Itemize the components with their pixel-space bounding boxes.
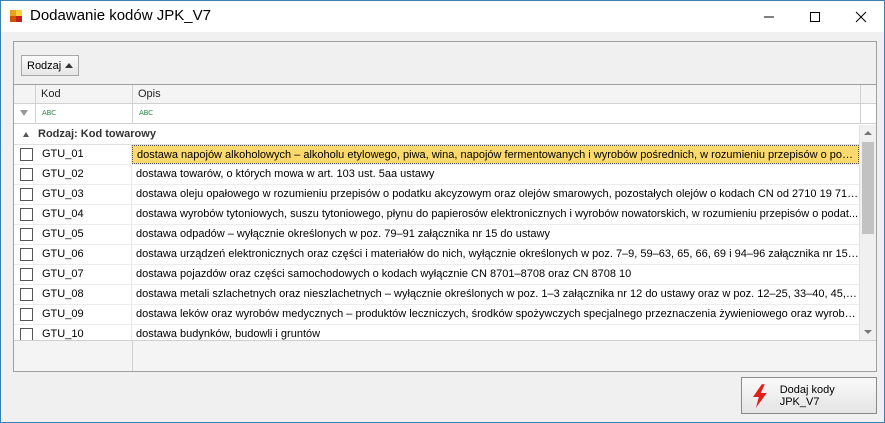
- collapse-icon[interactable]: [23, 132, 29, 137]
- minimize-icon: [764, 16, 774, 17]
- group-by-panel: Rodzaj: [13, 41, 877, 85]
- row-checkbox[interactable]: [20, 208, 33, 221]
- row-check-cell[interactable]: [14, 205, 36, 224]
- table-row[interactable]: GTU_06 dostawa urządzeń elektronicznych o…: [14, 245, 859, 265]
- cell-kod[interactable]: GTU_03: [36, 185, 132, 204]
- scroll-up-button[interactable]: [860, 125, 876, 141]
- scroll-thumb[interactable]: [862, 142, 874, 234]
- cell-kod[interactable]: GTU_04: [36, 205, 132, 224]
- table-row[interactable]: GTU_02 dostawa towarów, o których mowa w …: [14, 165, 859, 185]
- filter-kod[interactable]: ABC: [36, 104, 133, 124]
- cell-opis[interactable]: dostawa urządzeń elektronicznych oraz cz…: [132, 245, 859, 264]
- table-row[interactable]: GTU_07 dostawa pojazdów oraz części samoc…: [14, 265, 859, 285]
- header-opis[interactable]: Opis: [133, 85, 861, 104]
- window-title: Dodawanie kodów JPK_V7: [30, 7, 211, 24]
- grid-header: Kod Opis: [14, 85, 876, 104]
- row-check-cell[interactable]: [14, 305, 36, 324]
- vertical-scrollbar[interactable]: [859, 125, 876, 340]
- row-checkbox[interactable]: [20, 188, 33, 201]
- close-button[interactable]: [838, 1, 884, 32]
- row-check-cell[interactable]: [14, 225, 36, 244]
- filter-row: ABC ABC: [14, 104, 876, 124]
- cell-opis[interactable]: dostawa wyrobów tytoniowych, suszu tyton…: [132, 205, 859, 224]
- cell-opis[interactable]: dostawa pojazdów oraz części samochodowy…: [132, 265, 859, 284]
- row-checkbox[interactable]: [20, 168, 33, 181]
- row-checkbox[interactable]: [20, 248, 33, 261]
- cell-opis[interactable]: dostawa towarów, o których mowa w art. 1…: [132, 165, 859, 184]
- cell-kod[interactable]: GTU_08: [36, 285, 132, 304]
- row-check-cell[interactable]: [14, 265, 36, 284]
- table-row[interactable]: GTU_08 dostawa metali szlachetnych oraz n…: [14, 285, 859, 305]
- cell-opis[interactable]: dostawa oleju opałowego w rozumieniu prz…: [132, 185, 859, 204]
- table-row[interactable]: GTU_05 dostawa odpadów – wyłącznie określ…: [14, 225, 859, 245]
- filter-icon: [20, 110, 28, 116]
- filter-opis[interactable]: ABC: [133, 104, 861, 124]
- arrow-down-icon: [864, 330, 872, 334]
- row-check-cell[interactable]: [14, 285, 36, 304]
- row-checkbox[interactable]: [20, 268, 33, 281]
- filter-button[interactable]: [14, 104, 36, 124]
- cell-kod[interactable]: GTU_09: [36, 305, 132, 324]
- text-filter-icon: ABC: [139, 109, 153, 117]
- add-codes-button[interactable]: Dodaj kody JPK_V7: [741, 377, 877, 414]
- cell-opis[interactable]: dostawa metali szlachetnych oraz nieszla…: [132, 285, 859, 304]
- cell-opis[interactable]: dostawa leków oraz wyrobów medycznych – …: [132, 305, 859, 324]
- header-kod[interactable]: Kod: [36, 85, 133, 104]
- group-row[interactable]: Rodzaj: Kod towarowy: [14, 125, 859, 145]
- row-check-cell[interactable]: [14, 165, 36, 184]
- cell-opis[interactable]: dostawa odpadów – wyłącznie określonych …: [132, 225, 859, 244]
- dialog-window: Dodawanie kodów JPK_V7 Rodzaj Kod Opis A: [0, 0, 885, 423]
- cell-kod[interactable]: GTU_06: [36, 245, 132, 264]
- cell-kod[interactable]: GTU_05: [36, 225, 132, 244]
- close-icon: [855, 11, 867, 22]
- group-chip-rodzaj[interactable]: Rodzaj: [21, 55, 80, 76]
- title-bar[interactable]: Dodawanie kodów JPK_V7: [1, 1, 884, 32]
- app-icon: [9, 9, 23, 23]
- group-row-label: Rodzaj: Kod towarowy: [38, 128, 156, 140]
- row-checkbox[interactable]: [20, 288, 33, 301]
- add-codes-label: Dodaj kody JPK_V7: [779, 383, 835, 408]
- scroll-down-button[interactable]: [860, 324, 876, 340]
- cell-opis[interactable]: dostawa napojów alkoholowych – alkoholu …: [132, 145, 859, 164]
- table-row[interactable]: GTU_01 dostawa napojów alkoholowych – alk…: [14, 145, 859, 165]
- codes-grid: Kod Opis ABC ABC Rodzaj: Kod towarowy GT…: [13, 84, 877, 372]
- cell-kod[interactable]: GTU_02: [36, 165, 132, 184]
- row-checkbox[interactable]: [20, 308, 33, 321]
- minimize-button[interactable]: [746, 1, 792, 32]
- cell-kod[interactable]: GTU_01: [36, 145, 132, 164]
- row-checkbox[interactable]: [20, 228, 33, 241]
- sort-ascending-icon: [65, 63, 74, 68]
- row-check-cell[interactable]: [14, 245, 36, 264]
- row-check-cell[interactable]: [14, 145, 36, 164]
- table-row[interactable]: GTU_04 dostawa wyrobów tytoniowych, suszu…: [14, 205, 859, 225]
- maximize-button[interactable]: [792, 1, 838, 32]
- grid-footer: [14, 340, 876, 371]
- arrow-up-icon: [864, 131, 872, 135]
- table-row[interactable]: GTU_03 dostawa oleju opałowego w rozumien…: [14, 185, 859, 205]
- row-check-cell[interactable]: [14, 185, 36, 204]
- lightning-icon: [752, 383, 767, 408]
- text-filter-icon: ABC: [42, 109, 56, 117]
- cell-kod[interactable]: GTU_07: [36, 265, 132, 284]
- table-row[interactable]: GTU_09 dostawa leków oraz wyrobów medyczn…: [14, 305, 859, 325]
- row-checkbox[interactable]: [20, 148, 33, 161]
- header-check-column: [14, 85, 36, 104]
- group-chip-label: Rodzaj: [27, 59, 62, 72]
- maximize-icon: [810, 11, 820, 22]
